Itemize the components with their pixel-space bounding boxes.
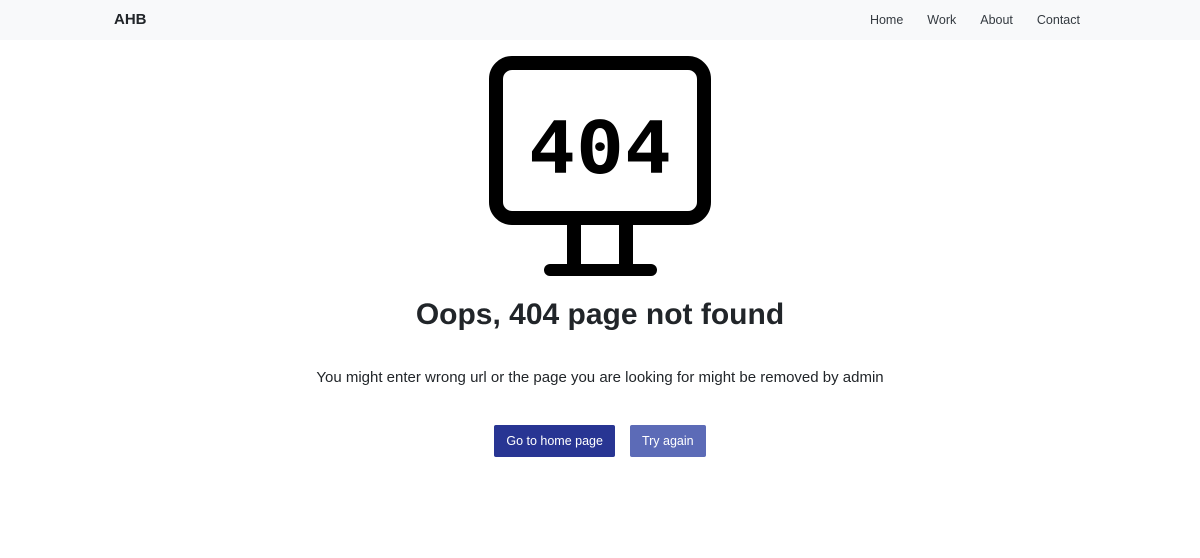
- try-again-button[interactable]: Try again: [629, 425, 706, 457]
- nav-links: Home Work About Contact: [870, 12, 1080, 28]
- monitor-404-icon: 404: [489, 56, 711, 276]
- brand-logo[interactable]: AHB: [114, 11, 147, 29]
- nav-link-home[interactable]: Home: [870, 12, 903, 28]
- monitor-stand-right-leg: [619, 223, 633, 271]
- page-title: Oops, 404 page not found: [415, 298, 785, 331]
- nav-link-about[interactable]: About: [980, 12, 1013, 28]
- navbar: AHB Home Work About Contact: [0, 0, 1200, 40]
- nav-link-work[interactable]: Work: [927, 12, 956, 28]
- nav-link-contact[interactable]: Contact: [1037, 12, 1080, 28]
- go-home-button[interactable]: Go to home page: [494, 425, 615, 457]
- monitor-stand-left-leg: [567, 223, 581, 271]
- action-buttons: Go to home page Try again: [0, 425, 1200, 457]
- monitor-screen-text: 404: [528, 106, 672, 190]
- error-message: You might enter wrong url or the page yo…: [316, 369, 884, 386]
